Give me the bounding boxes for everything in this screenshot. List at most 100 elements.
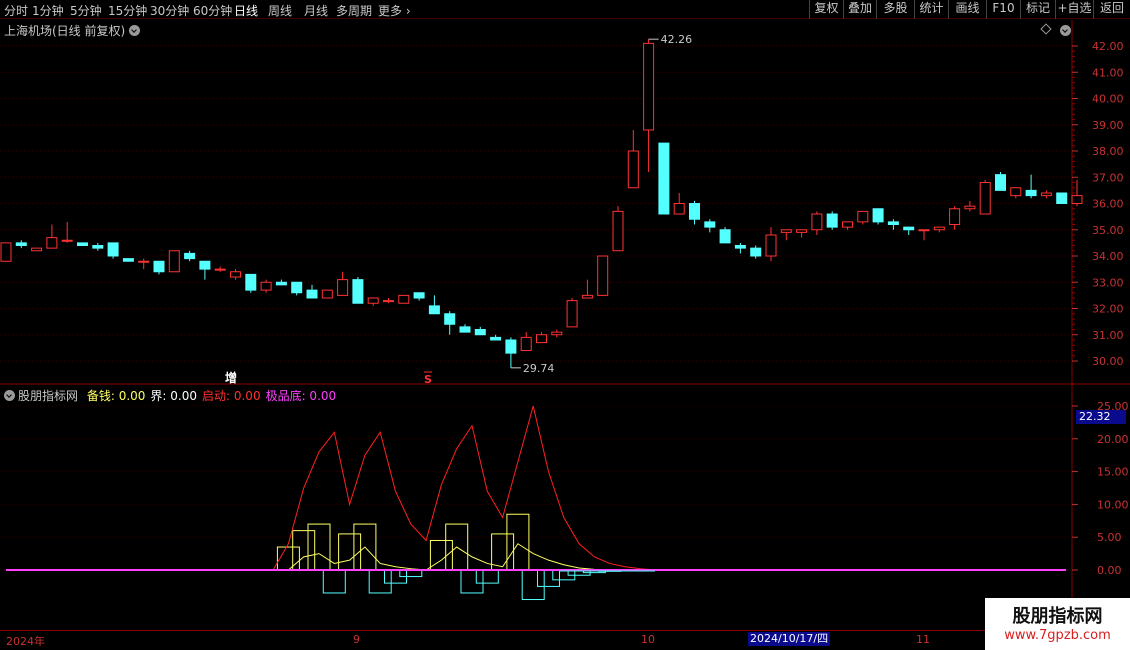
candle-body-down [704, 221, 716, 228]
price-tick-label: 30.00 [1092, 355, 1124, 368]
candle-body-up [1010, 187, 1022, 197]
candle-body-down [490, 336, 502, 341]
candle-body-up [627, 150, 639, 189]
candle-body-down [15, 242, 27, 246]
indicator-title: 股朋指标网 备钱: 0.00 界: 0.00 启动: 0.00 极品底: 0.00 [18, 387, 336, 404]
candle-body-up [811, 213, 823, 231]
indicator-chart: 25.0020.0015.0010.005.000.00 [0, 385, 1129, 630]
candle-body-down [887, 221, 899, 225]
candle-body-up [383, 300, 394, 303]
candle-body-up [842, 221, 853, 228]
high-marker-label: 42.26 [661, 33, 693, 46]
yellow-bar [506, 513, 530, 571]
candle-body-down [184, 252, 196, 260]
candle-body-up [949, 208, 961, 225]
candle-body-up [918, 229, 930, 232]
candle-body-up [260, 281, 272, 291]
indicator-current-value: 22.32 [1076, 410, 1126, 424]
candle-body-down [444, 313, 456, 325]
candle-body-up [337, 279, 349, 296]
candle-body-up [612, 210, 624, 252]
candle-body-down [245, 273, 257, 291]
price-tick-label: 39.00 [1092, 119, 1124, 132]
price-tick-label: 32.00 [1092, 303, 1124, 316]
candle-body-down [689, 203, 700, 220]
price-tick-label: 38.00 [1092, 145, 1124, 158]
candle-body-up [1071, 195, 1083, 204]
date-axis [0, 630, 1130, 650]
indicator-tick-label: 0.00 [1097, 564, 1122, 577]
candle-body-down [750, 247, 762, 257]
cyan-bar [521, 569, 545, 601]
candle-body-up [597, 255, 609, 296]
candle-body-up [61, 239, 73, 242]
candle-body-up [31, 247, 43, 252]
yellow-bar [338, 533, 362, 571]
cyan-bar [537, 569, 560, 587]
cyan-bar [368, 569, 392, 594]
cursor-date-badge: 2024/10/17/四 [748, 632, 831, 646]
watermark-title: 股朋指标网 [1012, 606, 1103, 627]
candle-body-down [107, 242, 119, 257]
candle-body-up [857, 210, 869, 223]
candle-body-up [1040, 192, 1052, 197]
candle-body-up [230, 271, 241, 278]
cyan-bar [460, 569, 484, 594]
candle-body-down [153, 260, 165, 273]
candle-body-up [398, 294, 410, 304]
candle-body-down [734, 245, 746, 249]
indicator-tick-label: 20.00 [1097, 433, 1129, 446]
candle-body-up [214, 268, 226, 271]
candle-body-up [536, 334, 547, 344]
candle-body-up [796, 229, 808, 233]
candle-body-down [474, 329, 486, 336]
candle-body-up [321, 289, 333, 299]
candle-body-down [306, 289, 318, 299]
price-tick-label: 33.00 [1092, 276, 1124, 289]
candle-body-up [780, 229, 792, 233]
watermark-url: www.7gpzb.com [1004, 628, 1111, 643]
price-tick-label: 40.00 [1092, 93, 1124, 106]
low-marker-label: 29.74 [523, 362, 555, 375]
indicator-options-icon[interactable] [4, 390, 15, 401]
indicator-field-3: 极品底: 0.00 [265, 389, 337, 403]
candle-body-up [581, 294, 593, 299]
signal-marker-s: S [424, 373, 432, 385]
price-tick-label: 37.00 [1092, 171, 1124, 184]
candle-body-up [979, 182, 991, 215]
candle-body-down [1025, 189, 1037, 197]
candle-body-down [122, 258, 134, 262]
indicator-tick-label: 10.00 [1097, 498, 1129, 511]
price-tick-label: 34.00 [1092, 250, 1124, 263]
candle-body-down [275, 281, 287, 286]
candle-body-up [765, 234, 777, 257]
yellow-bar [276, 546, 300, 571]
watermark: 股朋指标网 www.7gpzb.com [985, 598, 1130, 650]
candle-body-down [505, 339, 517, 354]
cyan-bar [322, 569, 346, 594]
candle-body-up [551, 331, 563, 336]
indicator-field-1: 界: 0.00 [150, 389, 197, 403]
candle-body-down [872, 208, 884, 223]
candle-body-down [291, 281, 303, 294]
candle-body-down [826, 213, 838, 228]
price-tick-label: 42.00 [1092, 40, 1124, 53]
candle-body-up [168, 250, 180, 273]
candlestick-chart: 42.00 41.00 40.00 39.00 38.00 37.00 36.00 35.00… [0, 20, 1130, 385]
indicator-tick-label: 15.00 [1097, 466, 1129, 479]
indicator-field-0: 备钱: 0.00 [86, 389, 146, 403]
date-label-year: 2024年 [6, 635, 45, 648]
candle-body-down [77, 242, 88, 246]
price-tick-label: 41.00 [1092, 66, 1124, 79]
candle-body-down [1056, 192, 1068, 204]
candle-body-down [92, 245, 104, 249]
signal-marker-zeng: 增 [225, 370, 237, 385]
candle-body-up [46, 237, 58, 249]
candle-body-up [964, 205, 976, 210]
candle-body-down [352, 279, 364, 304]
candle-body-down [658, 142, 670, 215]
date-label-sep: 9 [353, 633, 360, 646]
candle-body-up [566, 300, 578, 328]
cyan-bar [475, 569, 499, 584]
candle-body-up [643, 42, 655, 131]
